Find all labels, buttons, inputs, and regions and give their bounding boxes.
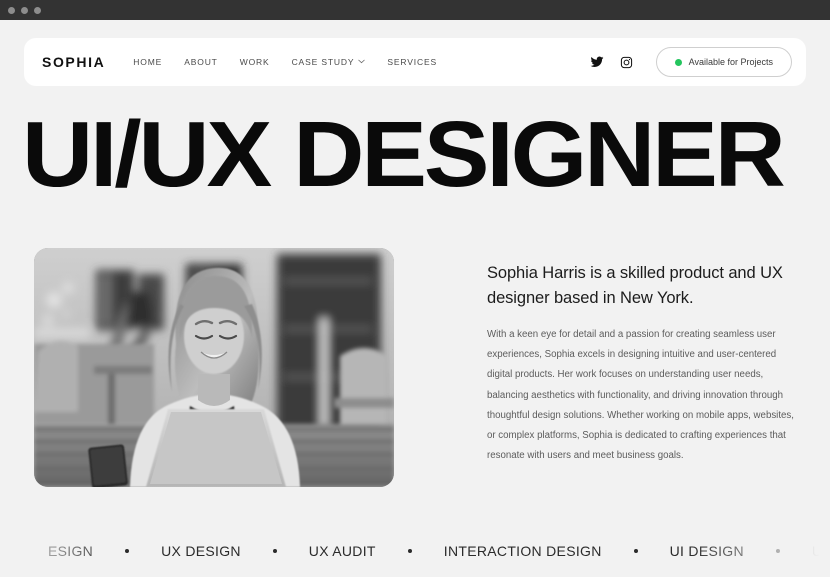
profile-photo: [34, 248, 394, 487]
marquee-item: UI DESIGN: [669, 543, 744, 559]
window-close-dot[interactable]: [8, 6, 15, 14]
marquee-item: UX AUDIT: [308, 543, 376, 559]
nav-item-home-label: HOME: [133, 57, 163, 67]
window-minimize-dot[interactable]: [21, 6, 28, 14]
marquee-track: ESIGN UX DESIGN UX AUDIT INTERACTION DES…: [0, 543, 830, 559]
marquee-item: UX DESIGN: [161, 543, 241, 559]
site-logo[interactable]: SOPHIA: [42, 54, 105, 70]
nav-item-case-study[interactable]: CASE STUDY: [292, 57, 366, 67]
instagram-icon[interactable]: [619, 55, 634, 70]
window-chrome-bar: [0, 0, 830, 20]
availability-label: Available for Projects: [688, 57, 773, 67]
nav-item-about-label: ABOUT: [184, 57, 218, 67]
nav-links: HOME ABOUT WORK CASE STUDY SERVICES: [133, 57, 437, 67]
twitter-icon[interactable]: [590, 55, 605, 70]
nav-right-cluster: Available for Projects: [590, 47, 792, 77]
nav-item-work[interactable]: WORK: [240, 57, 270, 67]
about-body-paragraph: With a keen eye for detail and a passion…: [487, 329, 794, 462]
marquee-item: INTERACTION DESIGN: [443, 543, 602, 559]
navigation-bar: SOPHIA HOME ABOUT WORK CASE STUDY SERVIC…: [24, 38, 806, 86]
nav-item-about[interactable]: ABOUT: [184, 57, 218, 67]
page-title: UI/UX DESIGNER: [22, 102, 786, 206]
window-maximize-dot[interactable]: [34, 6, 41, 14]
nav-item-services[interactable]: SERVICES: [387, 57, 437, 67]
nav-item-case-study-label: CASE STUDY: [291, 57, 355, 67]
nav-item-work-label: WORK: [239, 57, 270, 67]
services-marquee: ESIGN UX DESIGN UX AUDIT INTERACTION DES…: [0, 530, 830, 572]
marquee-item: UX DESIGN: [811, 543, 830, 559]
chevron-down-icon: [358, 58, 366, 65]
marquee-item: ESIGN: [48, 543, 94, 559]
app-root: SOPHIA HOME ABOUT WORK CASE STUDY SERVIC…: [0, 0, 830, 577]
about-intro-heading: Sophia Harris is a skilled product and U…: [487, 264, 783, 307]
nav-item-home[interactable]: HOME: [133, 57, 162, 67]
available-for-projects-button[interactable]: Available for Projects: [655, 47, 792, 77]
status-dot-icon: [674, 58, 682, 66]
nav-item-services-label: SERVICES: [387, 57, 438, 67]
